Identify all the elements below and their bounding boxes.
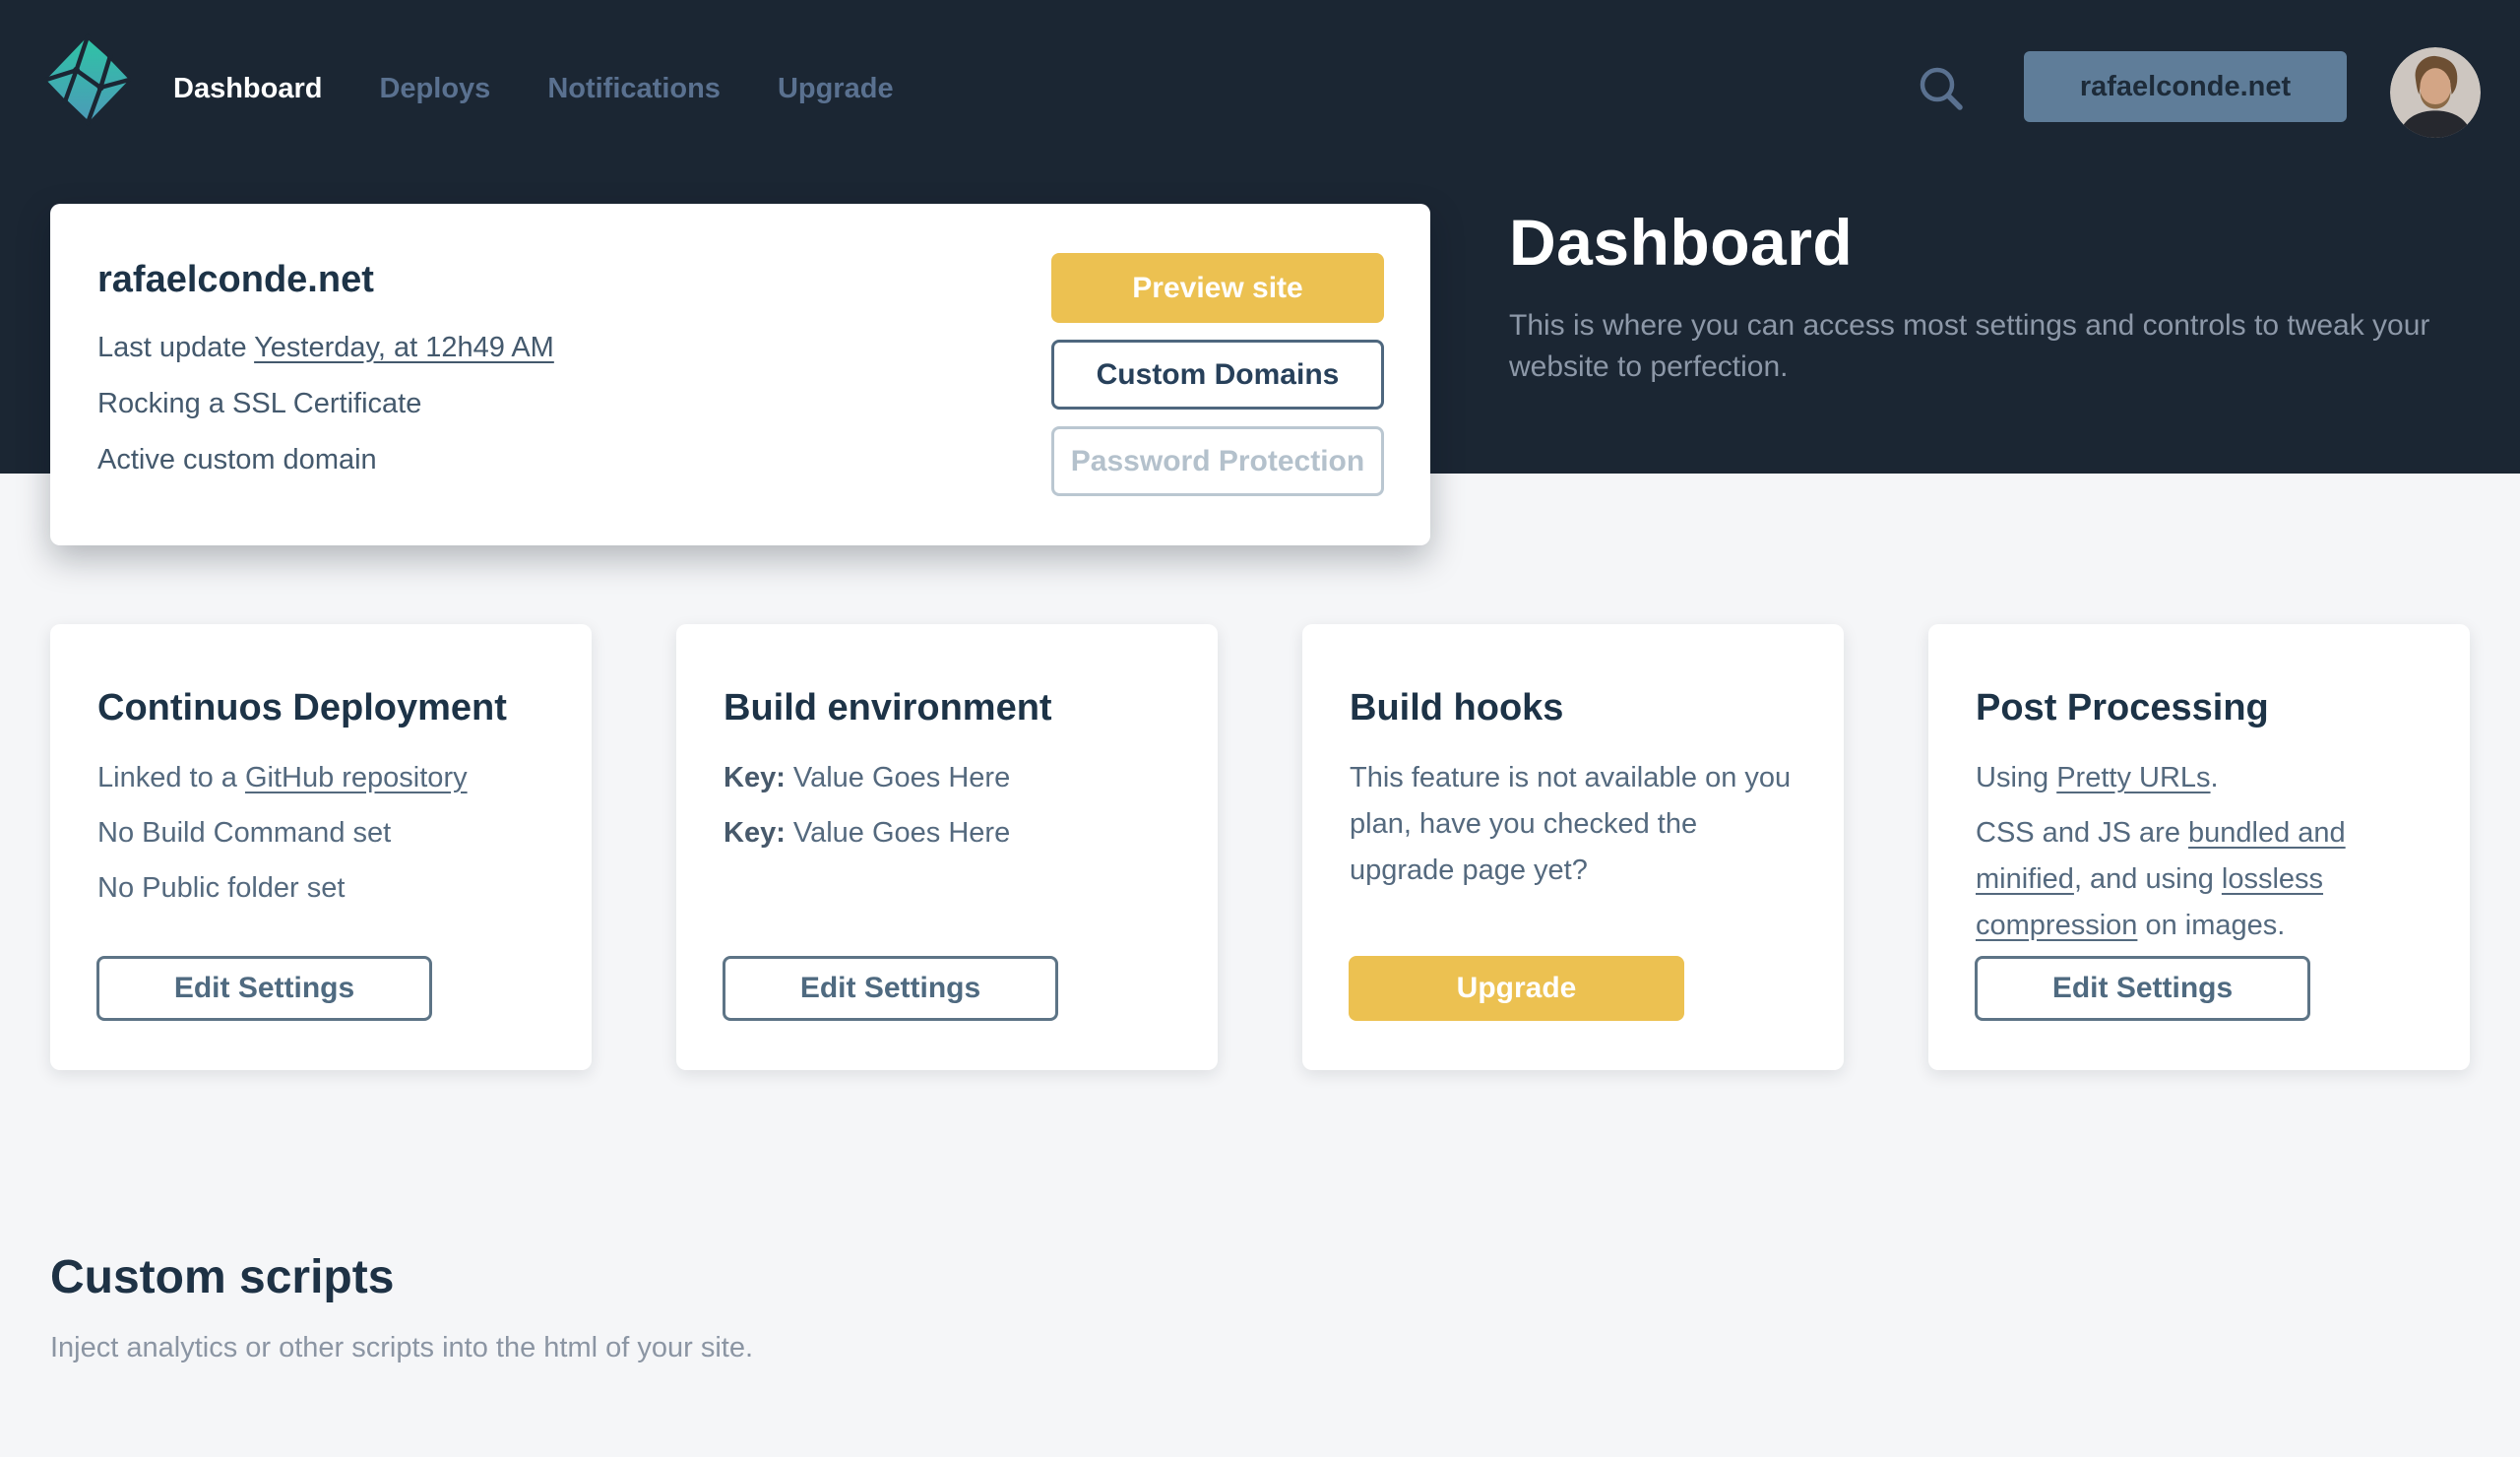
feature-card-post-processing: Post Processing Using Pretty URLs. CSS and…: [1928, 624, 2470, 1070]
card-text-span: Value Goes Here: [785, 762, 1011, 793]
site-ssl-status: Rocking a SSL Certificate: [97, 388, 422, 419]
top-nav: Dashboard Deploys Notifications Upgrade: [173, 63, 894, 114]
feature-card-build-hooks: Build hooks This feature is not available…: [1302, 624, 1844, 1070]
last-update-prefix: Last update: [97, 332, 255, 363]
avatar[interactable]: [2390, 47, 2481, 138]
site-title: rafaelconde.net: [97, 259, 374, 300]
site-info: rafaelconde.net Last update Yesterday, a…: [97, 259, 554, 501]
account-site-button[interactable]: rafaelconde.net: [2024, 51, 2347, 122]
card-text-span: CSS and JS are: [1976, 816, 2188, 849]
card-text-span: Linked to a: [97, 762, 245, 793]
card-text-span: Value Goes Here: [785, 816, 1011, 849]
post-processing-edit-settings-button[interactable]: Edit Settings: [1975, 956, 2310, 1021]
hero-header: Dashboard Deploys Notifications Upgrade …: [0, 0, 2520, 545]
card-title: Build environment: [724, 687, 1052, 728]
continuous-deployment-edit-settings-button[interactable]: Edit Settings: [96, 956, 432, 1021]
card-text: No Public folder set: [97, 865, 544, 912]
nav-item-upgrade[interactable]: Upgrade: [778, 63, 894, 114]
card-text: Using Pretty URLs.: [1976, 755, 2423, 801]
card-title: Post Processing: [1976, 687, 2269, 728]
pretty-urls-link[interactable]: Pretty URLs: [2056, 762, 2210, 793]
card-text-span: No Build Command set: [97, 816, 392, 849]
card-text-span: Using: [1976, 762, 2057, 793]
search-icon[interactable]: [1914, 61, 1969, 116]
card-text: Key: Value Goes Here: [724, 755, 1170, 801]
card-text: CSS and JS are bundled and minified, and…: [1976, 810, 2423, 949]
feature-card-build-environment: Build environment Key: Value Goes Here Key…: [676, 624, 1218, 1070]
netlify-logo[interactable]: [43, 33, 132, 126]
dashboard-page: Dashboard Deploys Notifications Upgrade …: [0, 0, 2520, 1457]
hero-text: Dashboard This is where you can access m…: [1509, 205, 2444, 388]
feature-card-continuous-deployment: Continuos Deployment Linked to a GitHub r…: [50, 624, 592, 1070]
github-repository-link[interactable]: GitHub repository: [245, 762, 468, 793]
card-text: This feature is not available on you pla…: [1350, 755, 1796, 894]
feature-cards: Continuos Deployment Linked to a GitHub r…: [50, 624, 2470, 1070]
preview-site-button[interactable]: Preview site: [1051, 253, 1384, 323]
card-text: Key: Value Goes Here: [724, 810, 1170, 856]
custom-scripts-title: Custom scripts: [50, 1251, 395, 1303]
site-actions: Preview site Custom Domains Password Pro…: [1051, 253, 1384, 496]
card-text-bold: Key:: [724, 762, 786, 793]
build-hooks-upgrade-button[interactable]: Upgrade: [1349, 956, 1684, 1021]
nav-item-notifications[interactable]: Notifications: [547, 63, 721, 114]
page-subtitle: This is where you can access most settin…: [1509, 309, 2430, 383]
nav-item-dashboard[interactable]: Dashboard: [173, 63, 322, 114]
card-text: Linked to a GitHub repository: [97, 755, 544, 801]
page-title: Dashboard: [1509, 206, 1854, 279]
card-text-bold: Key:: [724, 816, 786, 849]
card-text: No Build Command set: [97, 810, 544, 856]
nav-item-deploys[interactable]: Deploys: [379, 63, 490, 114]
netlify-logo-icon: [43, 33, 132, 126]
site-overview-card: rafaelconde.net Last update Yesterday, a…: [50, 204, 1430, 545]
custom-scripts-section: Custom scripts Inject analytics or other…: [50, 1250, 753, 1364]
card-text-span: on images.: [2137, 909, 2286, 941]
site-domain-status: Active custom domain: [97, 444, 377, 475]
card-text-span: , and using: [2073, 862, 2222, 895]
custom-scripts-subtitle: Inject analytics or other scripts into t…: [50, 1332, 754, 1363]
site-last-update: Last update Yesterday, at 12h49 AM: [97, 333, 554, 362]
password-protection-button[interactable]: Password Protection: [1051, 426, 1384, 496]
card-text-span: No Public folder set: [97, 871, 346, 904]
last-update-link[interactable]: Yesterday, at 12h49 AM: [254, 332, 554, 363]
card-text-span: .: [2210, 762, 2219, 793]
card-text-span: This feature is not available on you pla…: [1350, 762, 1792, 886]
custom-domains-button[interactable]: Custom Domains: [1051, 340, 1384, 410]
build-environment-edit-settings-button[interactable]: Edit Settings: [723, 956, 1058, 1021]
card-title: Build hooks: [1350, 687, 1564, 728]
card-title: Continuos Deployment: [97, 687, 507, 728]
